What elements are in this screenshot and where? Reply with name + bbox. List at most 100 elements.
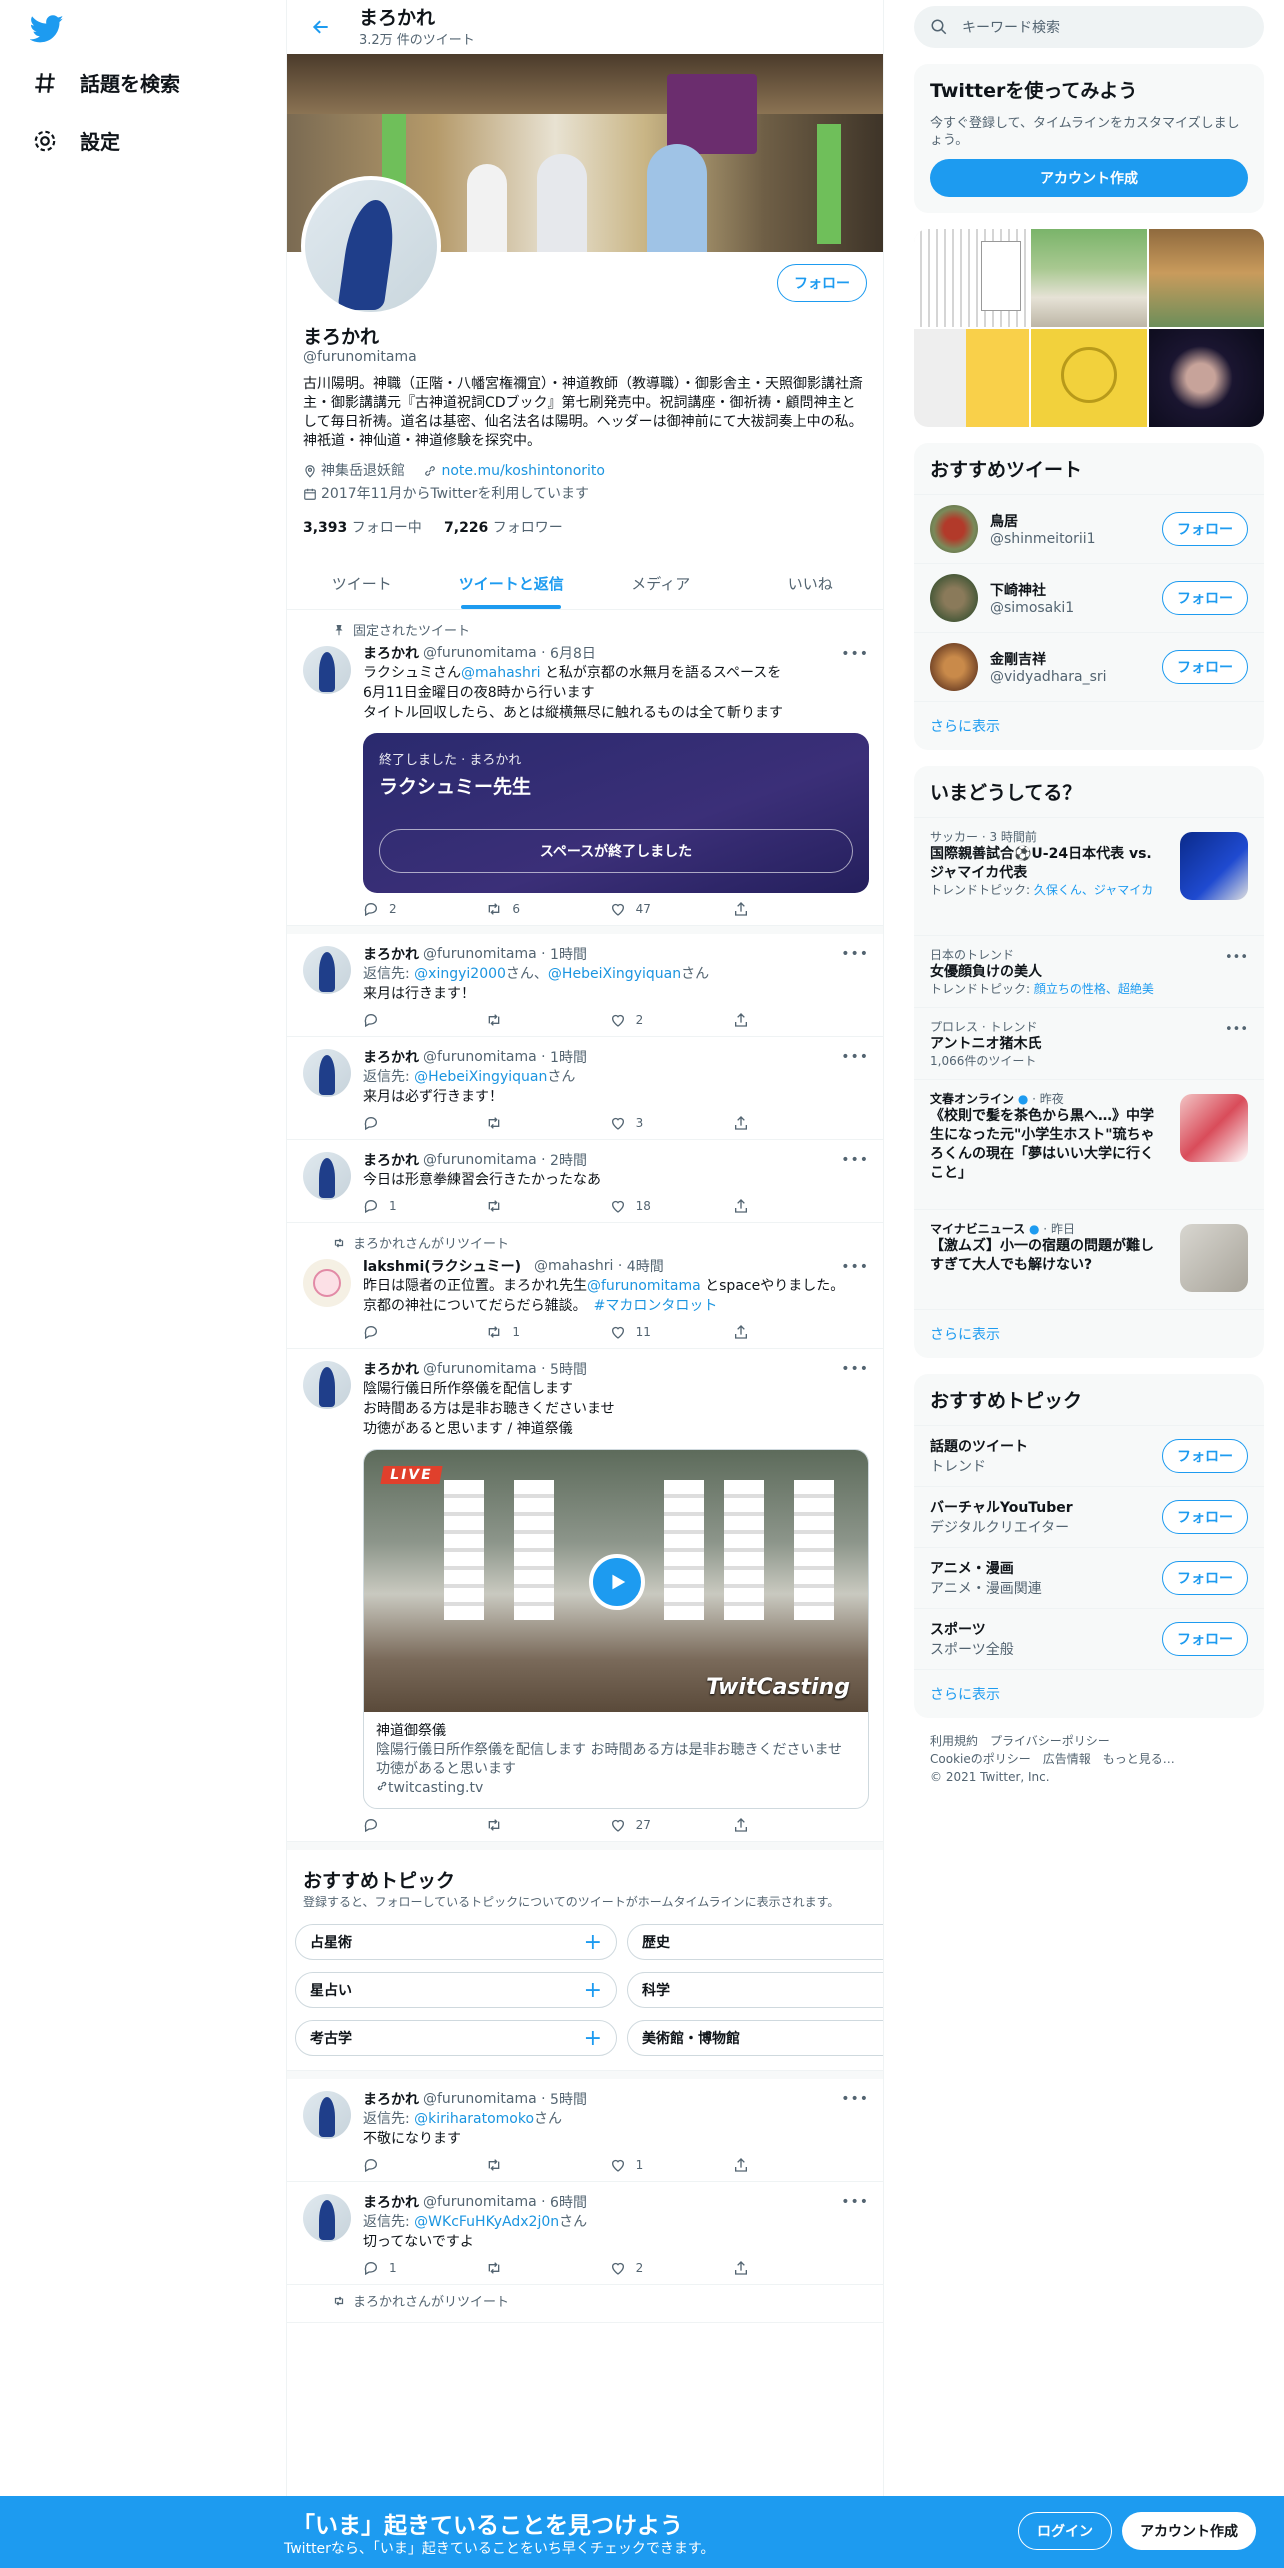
mention-link[interactable]: @xingyi2000 [414, 966, 506, 982]
tweet-time[interactable]: 6月8日 [550, 643, 596, 663]
bottom-create-account-button[interactable]: アカウント作成 [1122, 2512, 1256, 2550]
reply-button[interactable]: 2 [363, 901, 423, 917]
space-ended-button[interactable]: スペースが終了しました [379, 829, 853, 873]
footer-cookie[interactable]: Cookieのポリシー [930, 1752, 1031, 1766]
search-input[interactable]: キーワード検索 [962, 17, 1060, 37]
footer-privacy[interactable]: プライバシーポリシー [990, 1734, 1110, 1748]
avatar[interactable] [303, 1361, 351, 1409]
tweet-time[interactable]: 5時間 [550, 2089, 587, 2109]
tweet-time[interactable]: 5時間 [550, 1359, 587, 1379]
avatar[interactable] [303, 1259, 351, 1307]
mention-link[interactable]: @furunomitama [587, 1278, 701, 1294]
tweet-time[interactable]: 1時間 [550, 944, 587, 964]
hashtag-link[interactable]: #マカロンタロット [594, 1298, 718, 1314]
follow-button[interactable]: フォロー [1162, 1500, 1248, 1534]
reply-button[interactable] [363, 1817, 423, 1833]
trend-item[interactable]: 日本のトレンド 女優顔負けの美人 トレンドトピック: 顔立ちの性格、超絶美 ••… [914, 935, 1264, 1007]
mention-link[interactable]: @WKcFuHKyAdx2j0n [414, 2214, 559, 2230]
tweet-author[interactable]: まろかれ [363, 1047, 419, 1067]
gallery-image[interactable] [914, 329, 1030, 427]
tweet-author[interactable]: lakshmi(ラクシュミー) [363, 1256, 521, 1276]
share-button[interactable] [733, 2260, 793, 2276]
gallery-image[interactable] [1031, 329, 1147, 427]
tweet-author[interactable]: まろかれ [363, 1359, 419, 1379]
profile-follow-button[interactable]: フォロー [777, 264, 867, 302]
like-button[interactable]: 1 [610, 2157, 670, 2173]
topic-pill[interactable]: 占星術 + [295, 1924, 617, 1960]
like-button[interactable]: 2 [610, 1012, 670, 1028]
like-button[interactable]: 47 [610, 901, 670, 917]
avatar[interactable] [303, 1152, 351, 1200]
trend-item[interactable]: 文春オンライン ● · 昨夜 《校則で髪を茶色から黒へ…》中学生になった元"小学… [914, 1079, 1264, 1209]
tweet[interactable]: ••• まろかれ @furunomitama · 1時間 返信先: @xingyi… [287, 926, 883, 1037]
avatar[interactable] [303, 2194, 351, 2242]
tab-tweets-and-replies[interactable]: ツイートと返信 [437, 558, 587, 609]
gallery-image[interactable] [1031, 229, 1147, 327]
followers-link[interactable]: 7,226 フォロワー [444, 520, 563, 536]
reply-button[interactable] [363, 1012, 423, 1028]
retweet-button[interactable] [486, 1198, 546, 1214]
share-button[interactable] [733, 1817, 793, 1833]
topic-pill[interactable]: 歴史+ [627, 1924, 883, 1960]
login-button[interactable]: ログイン [1018, 2512, 1112, 2550]
gallery-image[interactable] [1148, 329, 1264, 427]
tab-tweets[interactable]: ツイート [287, 558, 437, 609]
follow-button[interactable]: フォロー [1162, 1439, 1248, 1473]
like-button[interactable]: 3 [610, 1115, 670, 1131]
show-more-link[interactable]: さらに表示 [914, 701, 1264, 750]
share-button[interactable] [733, 1115, 793, 1131]
topic-item[interactable]: アニメ・漫画 アニメ・漫画関連 フォロー [914, 1547, 1264, 1608]
tab-likes[interactable]: いいね [736, 558, 884, 609]
play-button[interactable] [589, 1554, 645, 1610]
follow-button[interactable]: フォロー [1162, 581, 1248, 615]
retweet-button[interactable] [486, 2260, 546, 2276]
show-more-link[interactable]: さらに表示 [914, 1309, 1264, 1358]
follow-button[interactable]: フォロー [1162, 650, 1248, 684]
link-card[interactable]: LIVE TwitCasting 神道御祭儀 陰陽行儀日所作祭儀を配信します お… [363, 1449, 869, 1809]
like-button[interactable]: 2 [610, 2260, 670, 2276]
tweet-author[interactable]: まろかれ [363, 1150, 419, 1170]
tweet-author[interactable]: まろかれ [363, 2089, 419, 2109]
gallery-image[interactable] [914, 229, 1030, 327]
rec-item[interactable]: 下崎神社 @simosaki1 フォロー [914, 563, 1264, 632]
tweet[interactable]: 固定されたツイート ••• まろかれ @furunomitama · 6月8日 ラ… [287, 610, 883, 926]
reply-button[interactable] [363, 1324, 423, 1340]
twitter-logo-icon[interactable] [30, 12, 64, 46]
topic-pill[interactable]: 星占い + [295, 1972, 617, 2008]
profile-avatar[interactable] [301, 176, 441, 316]
like-button[interactable]: 27 [610, 1817, 670, 1833]
footer-terms[interactable]: 利用規約 [930, 1734, 978, 1748]
retweet-button[interactable]: 6 [486, 901, 546, 917]
avatar[interactable] [303, 2091, 351, 2139]
space-card[interactable]: 終了しました · まろかれ ラクシュミー先生 スペースが終了しました [363, 733, 869, 893]
more-icon[interactable]: ••• [841, 1361, 869, 1377]
tweet-time[interactable]: 1時間 [550, 1047, 587, 1067]
topic-item[interactable]: バーチャルYouTuber デジタルクリエイター フォロー [914, 1486, 1264, 1547]
retweet-button[interactable] [486, 2157, 546, 2173]
share-button[interactable] [733, 2157, 793, 2173]
topic-item[interactable]: 話題のツイート トレンド フォロー [914, 1425, 1264, 1486]
nav-settings[interactable]: 設定 [32, 126, 120, 155]
tweet[interactable]: まろかれさんがリツイート [287, 2285, 883, 2323]
topic-item[interactable]: スポーツ スポーツ全般 フォロー [914, 1608, 1264, 1669]
tweet-author[interactable]: まろかれ [363, 944, 419, 964]
more-icon[interactable]: ••• [841, 1152, 869, 1168]
following-link[interactable]: 3,393 フォロー中 [303, 520, 422, 536]
tweet[interactable]: ••• まろかれ @furunomitama · 5時間 返信先: @kiriha… [287, 2071, 883, 2182]
tweet-author[interactable]: まろかれ [363, 2192, 419, 2212]
retweet-button[interactable]: 1 [486, 1324, 546, 1340]
reply-button[interactable]: 1 [363, 1198, 423, 1214]
share-button[interactable] [733, 1324, 793, 1340]
topic-pill[interactable]: 考古学 + [295, 2020, 617, 2056]
tweet-time[interactable]: 6時間 [550, 2192, 587, 2212]
like-button[interactable]: 11 [610, 1324, 670, 1340]
back-button[interactable] [303, 9, 339, 45]
tweet[interactable]: ••• まろかれ @furunomitama · 5時間 陰陽行儀日所作祭儀を配信… [287, 1349, 883, 1842]
reply-button[interactable]: 1 [363, 2260, 423, 2276]
more-icon[interactable]: ••• [1225, 950, 1248, 965]
topic-pill[interactable]: 科学+ [627, 1972, 883, 2008]
create-account-button[interactable]: アカウント作成 [930, 159, 1248, 197]
tweet[interactable]: まろかれさんがリツイート ••• lakshmi(ラクシュミー) @mahash… [287, 1223, 883, 1349]
tweet[interactable]: ••• まろかれ @furunomitama · 2時間 今日は形意拳練習会行きた… [287, 1140, 883, 1223]
mention-link[interactable]: @mahashri [461, 665, 540, 681]
